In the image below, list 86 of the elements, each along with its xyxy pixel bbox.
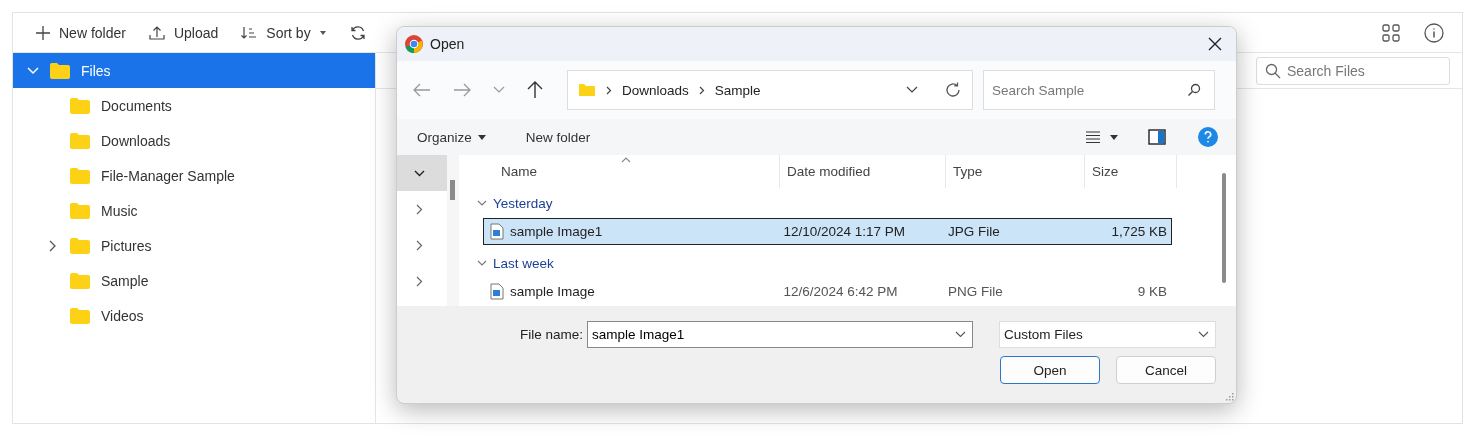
forward-arrow-icon[interactable] xyxy=(453,83,471,97)
file-date: 12/6/2024 6:42 PM xyxy=(783,284,898,299)
upload-icon xyxy=(147,24,166,41)
search-icon xyxy=(1265,62,1281,79)
file-row[interactable]: sample Image1 12/10/2024 1:17 PM JPG File 1,725 KB xyxy=(483,218,1172,245)
folder-icon xyxy=(578,83,596,97)
refresh-icon xyxy=(348,23,367,42)
tree-item[interactable]: Documents xyxy=(13,88,375,123)
chevron-down-icon xyxy=(477,260,487,266)
breadcrumb[interactable]: Downloads xyxy=(622,82,689,98)
chevron-down-icon xyxy=(477,200,487,206)
sort-icon xyxy=(240,24,259,41)
dialog-button[interactable]: Open xyxy=(1000,356,1100,384)
help-icon[interactable] xyxy=(1198,127,1218,147)
refresh-icon[interactable] xyxy=(944,81,962,99)
folder-icon xyxy=(69,166,91,185)
folder-icon xyxy=(69,236,91,255)
caret-icon xyxy=(318,29,327,36)
file-type: PNG File xyxy=(947,284,1003,299)
chevron-down-icon xyxy=(955,331,966,338)
image-file-icon xyxy=(490,283,504,300)
toolbar-button[interactable]: New folder xyxy=(27,20,134,45)
up-arrow-icon[interactable] xyxy=(527,81,543,99)
breadcrumb[interactable]: Sample xyxy=(714,82,761,98)
file-size: 9 KB xyxy=(1137,284,1167,299)
tree-item[interactable]: Files xyxy=(13,53,375,88)
chevron-right-icon xyxy=(606,85,612,95)
chevron-down-icon xyxy=(413,169,425,177)
dialog-button[interactable]: Cancel xyxy=(1116,356,1216,384)
toolbar-button[interactable]: Upload xyxy=(139,20,227,45)
sort-caret-icon xyxy=(621,157,631,163)
dialog-title: Open xyxy=(430,36,465,52)
column-header[interactable]: Date modified xyxy=(780,155,946,188)
scrollbar-thumb[interactable] xyxy=(450,180,455,200)
field-label: File name: xyxy=(519,327,583,342)
close-icon[interactable] xyxy=(1208,37,1222,51)
folder-icon xyxy=(69,306,91,325)
file-row[interactable]: sample Image 12/6/2024 6:42 PM PNG File 9 KB xyxy=(483,278,1172,305)
preview-pane-icon[interactable] xyxy=(1148,129,1166,145)
folder-icon xyxy=(49,61,71,80)
column-header[interactable]: Name xyxy=(463,155,780,188)
folder-icon xyxy=(69,96,91,115)
chevron-right-icon xyxy=(415,275,423,287)
resize-grip-icon[interactable] xyxy=(1225,392,1234,401)
file-name-field[interactable]: sample Image1 xyxy=(587,321,973,348)
command-button[interactable]: Organize xyxy=(409,125,494,149)
chevron-down-icon xyxy=(1198,331,1209,338)
chevron-right-icon xyxy=(698,85,705,95)
scrollbar-thumb[interactable] xyxy=(1222,173,1226,283)
chevron-right-icon xyxy=(415,203,423,215)
info-icon[interactable] xyxy=(1424,22,1444,43)
toolbar-button[interactable]: Sort by xyxy=(232,20,335,45)
back-arrow-icon[interactable] xyxy=(413,83,431,97)
folder-icon xyxy=(69,131,91,150)
tree-item[interactable]: File-Manager Sample xyxy=(13,158,375,193)
file-size: 1,725 KB xyxy=(1111,224,1167,239)
group-header[interactable]: Last week xyxy=(463,248,1218,278)
file-name: sample Image1 xyxy=(510,224,603,239)
tree-item[interactable]: Sample xyxy=(13,263,375,298)
tree-item[interactable]: Pictures xyxy=(13,228,375,263)
grid-view-icon[interactable] xyxy=(1382,23,1400,42)
column-header[interactable]: Size xyxy=(1085,155,1177,188)
tree-item[interactable]: Music xyxy=(13,193,375,228)
file-date: 12/10/2024 1:17 PM xyxy=(783,224,905,239)
image-file-icon xyxy=(490,223,504,240)
search-icon xyxy=(1187,83,1201,97)
tree-item[interactable]: Downloads xyxy=(13,123,375,158)
folder-icon xyxy=(69,271,91,290)
chevron-down-icon[interactable] xyxy=(906,86,918,94)
chevron-right-icon xyxy=(415,239,423,251)
column-header[interactable]: Type xyxy=(946,155,1085,188)
search-field[interactable]: Search Files xyxy=(1256,56,1450,85)
tree-item[interactable]: Videos xyxy=(13,298,375,333)
caret-icon xyxy=(477,134,486,140)
file-type: JPG File xyxy=(947,224,1000,239)
app-icon xyxy=(404,34,424,54)
caret-icon[interactable] xyxy=(1110,134,1118,140)
search-field[interactable]: Search Sample xyxy=(983,70,1215,110)
command-button[interactable]: New folder xyxy=(517,125,599,149)
address-bar[interactable]: Downloads Sample xyxy=(567,70,973,110)
folder-icon xyxy=(69,201,91,220)
plus-icon xyxy=(35,24,51,41)
file-name: sample Image xyxy=(510,284,595,299)
group-header[interactable]: Yesterday xyxy=(463,188,1218,218)
file-type-dropdown[interactable]: Custom Files xyxy=(999,321,1216,348)
list-view-icon[interactable] xyxy=(1086,131,1100,143)
